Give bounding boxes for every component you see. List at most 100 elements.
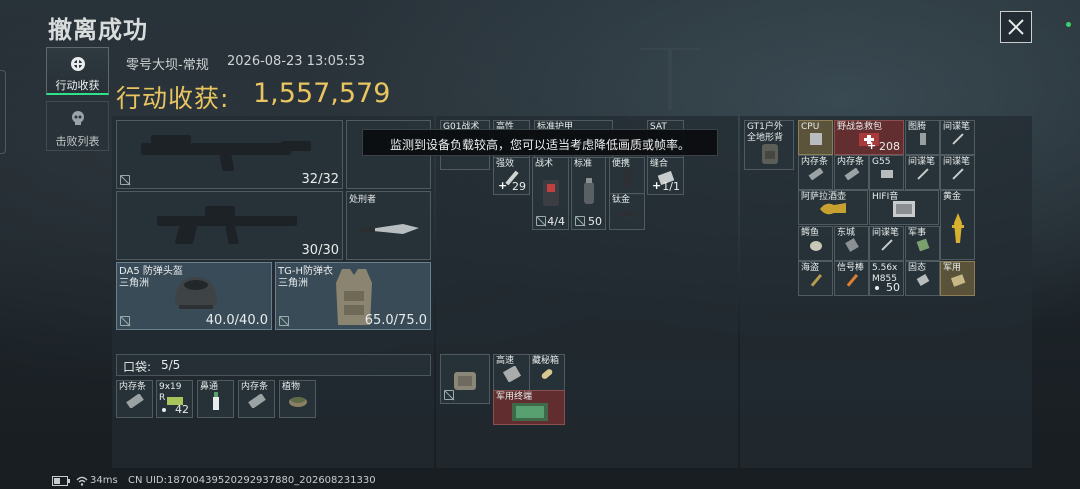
rig-item-count: 29 [512,180,526,193]
backpack-item[interactable]: 东城 [834,226,869,261]
secondary-weapon-slot[interactable]: 30/30 [116,191,343,260]
pocket-item[interactable]: 内存条 [116,380,153,418]
backpack-item[interactable]: 内存条 [798,155,833,190]
battery-icon [52,476,70,486]
rig-item[interactable]: 标准 50 [571,157,606,230]
flask-icon [820,203,846,215]
performance-toast: 监测到设备负载较高，您可以适当考虑降低画质或帧率。 [362,129,718,156]
tab-action-loot[interactable]: 行动收获 [46,47,109,95]
primary-weapon-slot[interactable]: 32/32 [116,120,343,189]
backpack-item[interactable]: CPU [798,120,833,155]
heal-plus-icon: + [498,179,508,192]
capsule-icon [541,369,553,380]
backpack-item[interactable]: 间谍笔 [940,155,975,190]
backpack-item-name: 5.56x [872,263,898,273]
left-edge-handle[interactable] [0,70,6,154]
tab-action-loot-label: 行动收获 [55,79,100,92]
backpack-item[interactable]: 海盗 [798,261,833,296]
helmet-durability: 40.0/40.0 [205,313,268,328]
backpack-item[interactable]: 阿萨拉酒壶 [798,190,868,225]
rig-item[interactable]: 钛金 [609,193,645,230]
wifi-icon [76,476,88,486]
no-insure-icon [536,216,546,226]
ram-stick-icon [125,393,144,408]
status-indicator [1066,22,1071,27]
ammo-dot-icon [875,286,879,290]
rig-item[interactable]: 便携 [609,157,645,195]
card-icon [844,238,859,252]
armor-slot[interactable]: TG-H防弹衣 三角洲 65.0/75.0 [275,262,431,330]
pouch-container-slot[interactable] [440,354,490,404]
page-title: 撤离成功 [48,16,148,44]
map-name: 零号大坝-常规 [126,58,209,73]
military-box-icon [950,274,965,287]
totem-icon [919,133,926,146]
cpu-icon [809,133,822,146]
backpack-item[interactable]: G55 [869,155,904,190]
rig-item-name: 标准 [574,159,593,169]
backpack-item-count: 50 [886,281,900,294]
pouch-item[interactable]: 高速 [493,354,530,391]
backpack-item[interactable]: 野战急救包 + 208 [834,120,904,155]
loot-value-amount: 1,557,579 [253,78,391,109]
backpack-item[interactable]: 固态 [905,261,940,296]
backpack-item[interactable]: 军事 [905,226,940,261]
military-terminal-icon [512,403,548,421]
pocket-item-count: 42 [175,403,189,416]
backpack-item[interactable]: 图腾 [905,120,940,155]
spy-pen-icon [880,239,893,251]
pocket-item[interactable]: 内存条 [238,380,275,418]
helmet-origin: 三角洲 [119,278,149,289]
primary-ammo: 32/32 [301,172,339,187]
close-icon [1008,19,1024,35]
pocket-item-name: 植物 [282,382,301,392]
tactical-device-icon [543,180,559,206]
backpack-item[interactable]: 间谍笔 [869,226,904,261]
pocket-item[interactable]: 植物 [279,380,316,418]
device-icon [880,170,893,179]
rig-item[interactable]: 缝合 + 1/1 [647,157,684,195]
ram-stick-icon [808,168,823,181]
pockets-header: 口袋: 5/5 [116,354,431,376]
helmet-slot[interactable]: DA5 防弹头盔 三角洲 40.0/40.0 [116,262,272,330]
tab-kill-list-label: 击败列表 [55,135,100,148]
backpack-item[interactable]: 军用 [940,261,975,296]
backpack-item[interactable]: 信号棒 [834,261,869,296]
rig-item-count: 50 [588,215,602,228]
grenade-icon [584,178,594,204]
backpack-item[interactable]: 鳄鱼 [798,226,833,261]
backpack-item[interactable]: 间谍笔 [940,120,975,155]
backpack-item[interactable]: 间谍笔 [905,155,940,190]
tab-kill-list[interactable]: 击败列表 [46,101,109,151]
pocket-item[interactable]: 鼻通 [197,380,234,418]
backpack-item[interactable]: 5.56x M855 50 [869,261,904,296]
rifle-icon [157,202,307,248]
helmet-icon [175,277,217,309]
rig-item[interactable]: 战术 4/4 [532,157,569,230]
melee-slot[interactable]: 处刑者 [346,191,431,260]
backpack-item[interactable]: 黄金 [940,190,975,260]
rig-item[interactable]: 强效 + 29 [493,157,530,195]
flare-stick-icon [846,274,858,287]
knife-icon [361,224,419,234]
pouch-icon [454,372,476,391]
pouch-item[interactable]: 军用终端 [493,390,565,425]
backpack-item[interactable]: 内存条 [834,155,869,190]
ammo-dot-icon [162,408,166,412]
ping: 34ms [90,475,118,486]
secondary-ammo: 30/30 [301,243,339,258]
close-button[interactable] [1000,11,1032,43]
backpack-container-slot[interactable]: GT1户外 全地形背 [744,120,794,170]
melee-name: 处刑者 [349,195,377,205]
rig-item-name: 缝合 [650,159,669,169]
backpack-item[interactable]: HIFI音 [869,190,939,225]
crocodile-icon [809,241,822,252]
pouch-item[interactable]: 藏秘箱 [529,354,565,391]
pocket-item[interactable]: 9x19 R 42 [156,380,193,418]
rig-item-count: 4/4 [547,215,565,228]
no-insure-icon [279,316,289,326]
background-tower [640,20,700,110]
ssd-icon [916,274,929,287]
backpack-item-count: 208 [879,140,900,153]
military-card-icon [916,238,929,252]
